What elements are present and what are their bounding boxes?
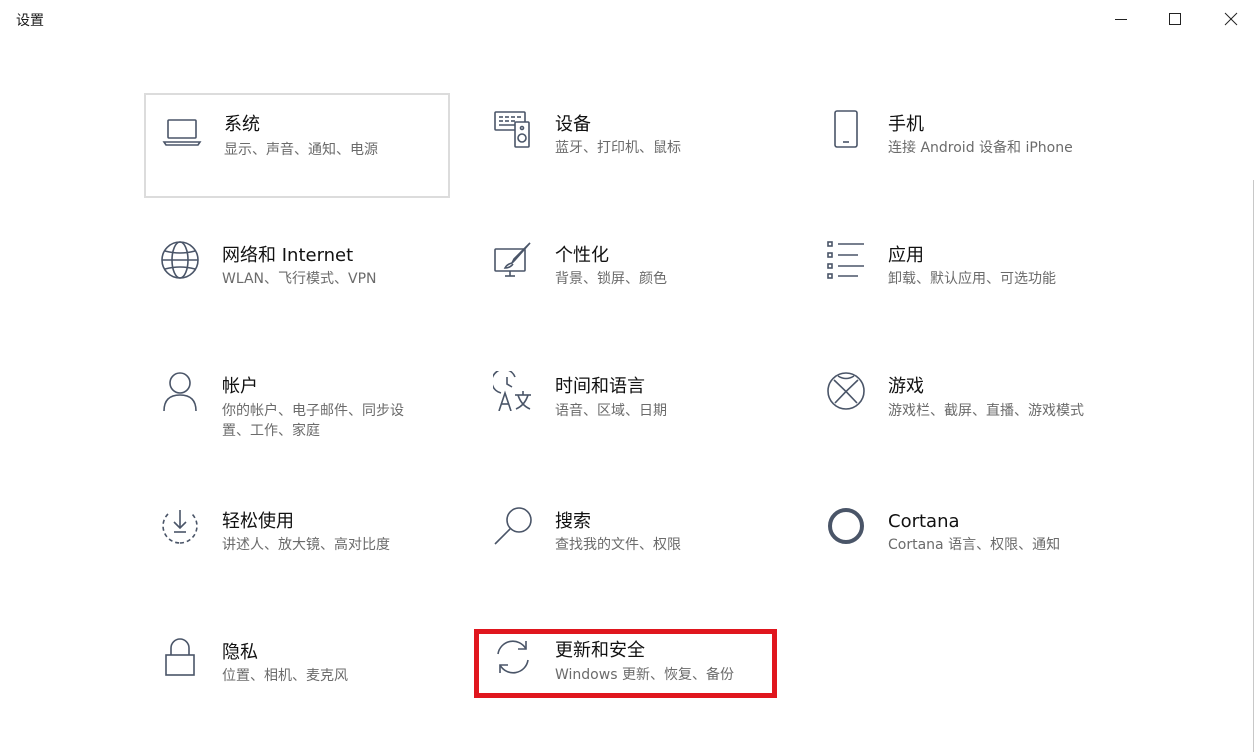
settings-tile-apps[interactable]: 应用 卸载、默认应用、可选功能 bbox=[810, 224, 1116, 329]
tile-title: 个性化 bbox=[555, 245, 609, 266]
tile-title: 设备 bbox=[555, 114, 591, 135]
settings-tile-accounts[interactable]: 帐户 你的帐户、电子邮件、同步设置、工作、家庭 bbox=[144, 355, 450, 460]
tile-description: 讲述人、放大镜、高对比度 bbox=[222, 537, 390, 553]
sync-icon bbox=[493, 637, 533, 677]
tile-description: Cortana 语言、权限、通知 bbox=[888, 537, 1061, 553]
tile-description: 卸载、默认应用、可选功能 bbox=[888, 271, 1056, 287]
tile-description: 连接 Android 设备和 iPhone bbox=[888, 140, 1073, 156]
settings-tile-search[interactable]: 搜索 查找我的文件、权限 bbox=[477, 490, 783, 595]
tile-description: WLAN、飞行模式、VPN bbox=[222, 271, 377, 287]
tile-description: 显示、声音、通知、电源 bbox=[224, 142, 378, 158]
settings-tile-phone[interactable]: 手机 连接 Android 设备和 iPhone bbox=[810, 93, 1116, 198]
tile-description: 查找我的文件、权限 bbox=[555, 537, 681, 553]
settings-tile-ease-of-access[interactable]: 轻松使用 讲述人、放大镜、高对比度 bbox=[144, 490, 450, 595]
person-icon bbox=[160, 371, 200, 411]
settings-tile-personalization[interactable]: 个性化 背景、锁屏、颜色 bbox=[477, 224, 783, 329]
time-language-icon bbox=[493, 371, 533, 411]
settings-tile-system[interactable]: 系统 显示、声音、通知、电源 bbox=[144, 93, 450, 198]
phone-icon bbox=[826, 109, 866, 149]
search-icon bbox=[493, 506, 533, 546]
settings-tile-update-security[interactable]: 更新和安全 Windows 更新、恢复、备份 bbox=[477, 621, 783, 726]
settings-tile-devices[interactable]: 设备 蓝牙、打印机、鼠标 bbox=[477, 93, 783, 198]
scrollbar-track bbox=[1253, 180, 1254, 752]
settings-tile-network[interactable]: 网络和 Internet WLAN、飞行模式、VPN bbox=[144, 224, 450, 329]
tile-title: 手机 bbox=[888, 114, 924, 135]
minimize-icon bbox=[1115, 19, 1127, 20]
tile-title: Cortana bbox=[888, 511, 960, 532]
tile-description: Windows 更新、恢复、备份 bbox=[555, 667, 734, 683]
lock-icon bbox=[160, 637, 200, 677]
tile-description: 语音、区域、日期 bbox=[555, 403, 667, 419]
minimize-button[interactable] bbox=[1098, 0, 1144, 38]
app-list-icon bbox=[826, 240, 866, 280]
ease-of-access-icon bbox=[160, 506, 200, 546]
maximize-icon bbox=[1169, 13, 1181, 25]
close-icon bbox=[1224, 12, 1238, 26]
tile-title: 时间和语言 bbox=[555, 376, 645, 397]
cortana-icon bbox=[826, 506, 866, 546]
paint-monitor-icon bbox=[493, 240, 533, 280]
tile-description: 位置、相机、麦克风 bbox=[222, 668, 348, 684]
maximize-button[interactable] bbox=[1152, 0, 1198, 38]
tile-title: 网络和 Internet bbox=[222, 245, 354, 266]
settings-tile-privacy[interactable]: 隐私 位置、相机、麦克风 bbox=[144, 621, 450, 726]
tile-description: 背景、锁屏、颜色 bbox=[555, 271, 667, 287]
tile-title: 隐私 bbox=[222, 642, 258, 663]
tile-title: 更新和安全 bbox=[555, 640, 645, 661]
title-bar: 设置 bbox=[0, 0, 1256, 38]
close-button[interactable] bbox=[1208, 0, 1254, 38]
tile-title: 轻松使用 bbox=[222, 511, 294, 532]
laptop-icon bbox=[162, 111, 202, 151]
keyboard-speaker-icon bbox=[493, 109, 533, 149]
tile-description: 你的帐户、电子邮件、同步设置、工作、家庭 bbox=[222, 403, 404, 439]
xbox-icon bbox=[826, 371, 866, 411]
tile-description: 游戏栏、截屏、直播、游戏模式 bbox=[888, 403, 1084, 419]
tile-title: 搜索 bbox=[555, 511, 591, 532]
settings-tile-time-language[interactable]: 时间和语言 语音、区域、日期 bbox=[477, 355, 783, 460]
tile-title: 帐户 bbox=[222, 376, 258, 397]
tile-description: 蓝牙、打印机、鼠标 bbox=[555, 140, 681, 156]
window-title: 设置 bbox=[16, 13, 44, 29]
tile-title: 游戏 bbox=[888, 376, 924, 397]
globe-icon bbox=[160, 240, 200, 280]
settings-tile-gaming[interactable]: 游戏 游戏栏、截屏、直播、游戏模式 bbox=[810, 355, 1116, 460]
tile-title: 系统 bbox=[224, 114, 260, 135]
tile-title: 应用 bbox=[888, 245, 924, 266]
settings-tile-cortana[interactable]: Cortana Cortana 语言、权限、通知 bbox=[810, 490, 1116, 595]
